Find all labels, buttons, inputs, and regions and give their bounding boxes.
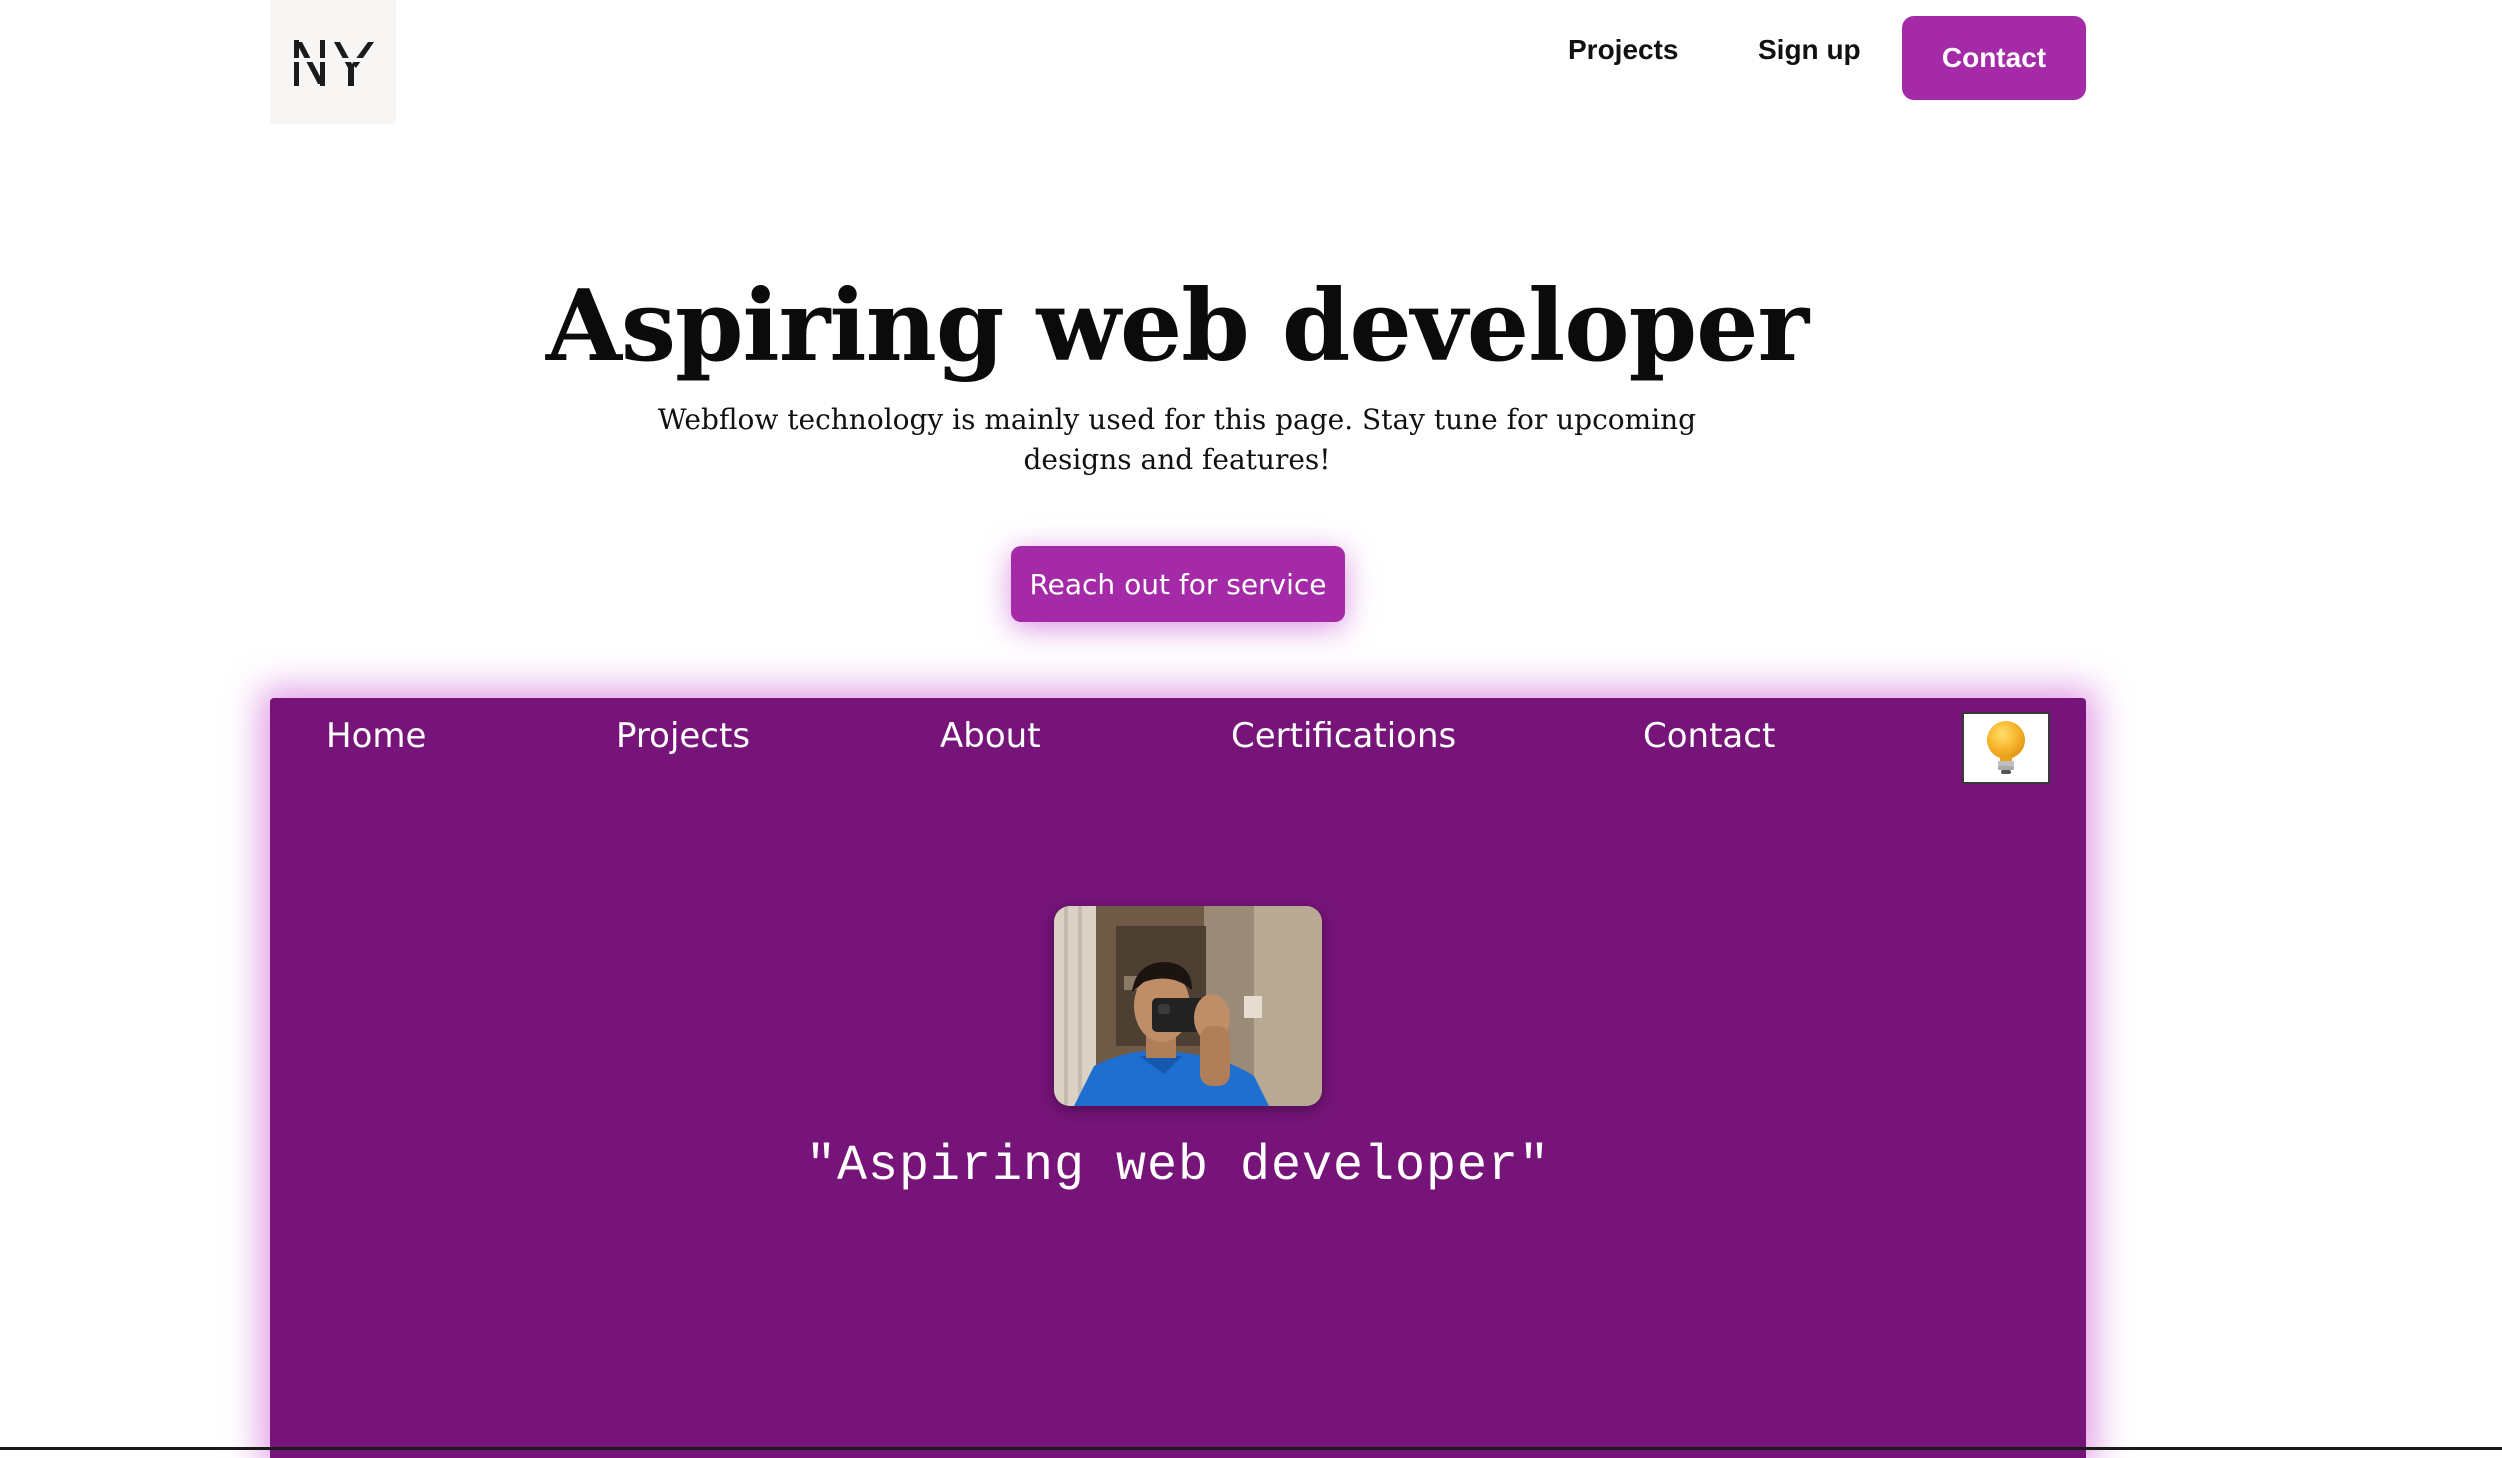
brand-logo[interactable] — [270, 0, 396, 124]
hero-title: Aspiring web developer — [545, 269, 1809, 384]
quote-text: "Aspiring web developer" — [805, 1138, 1551, 1195]
profile-photo — [1054, 906, 1322, 1106]
panel-nav-contact[interactable]: Contact — [1643, 716, 1775, 756]
lightbulb-icon — [1987, 721, 2025, 774]
portfolio-panel: Home Projects About Certifications Conta… — [270, 698, 2086, 1458]
theme-toggle-button[interactable] — [1962, 712, 2050, 784]
ny-logo-icon — [290, 40, 376, 86]
hero-subtitle: Webflow technology is mainly used for th… — [657, 403, 1697, 476]
profile-photo-image — [1054, 906, 1322, 1106]
panel-nav-home[interactable]: Home — [326, 716, 426, 756]
nav-projects-link[interactable]: Projects — [1568, 34, 1679, 66]
panel-nav-certifications[interactable]: Certifications — [1231, 716, 1456, 756]
panel-nav-projects[interactable]: Projects — [616, 716, 750, 756]
nav-signup-link[interactable]: Sign up — [1758, 34, 1861, 66]
reach-out-button[interactable]: Reach out for service — [1011, 546, 1345, 622]
top-navbar: Projects Sign up Contact — [0, 0, 2502, 130]
panel-nav-about[interactable]: About — [940, 716, 1041, 756]
contact-button[interactable]: Contact — [1902, 16, 2086, 100]
